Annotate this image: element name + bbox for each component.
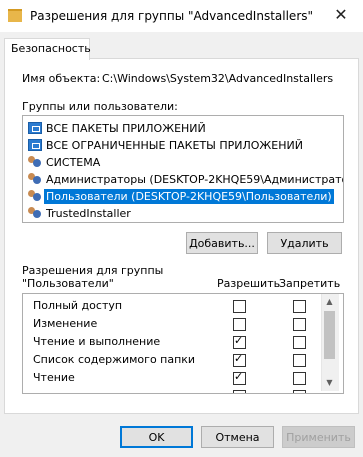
list-item-selected[interactable]: Пользователи (DESKTOP-2KHQE59\Пользовате…: [27, 188, 338, 205]
ok-button[interactable]: OK: [120, 426, 193, 448]
tab-label: Безопасность: [11, 42, 91, 55]
table-row: Список содержимого папки: [23, 351, 323, 369]
table-row: Чтение и выполнение: [23, 333, 323, 351]
allow-checkbox[interactable]: [233, 318, 246, 331]
deny-checkbox[interactable]: [293, 318, 306, 331]
scroll-thumb[interactable]: [324, 311, 335, 359]
list-item[interactable]: ВСЕ ОГРАНИЧЕННЫЕ ПАКЕТЫ ПРИЛОЖЕНИЙ: [27, 137, 338, 154]
folder-icon: [8, 9, 22, 22]
object-name-value: C:\Windows\System32\AdvancedInstallers: [102, 72, 334, 85]
tab-security[interactable]: Безопасность: [4, 38, 91, 60]
allow-checkbox[interactable]: [233, 390, 246, 393]
permissions-table: Полный доступ Изменение Чтение и выполне…: [22, 293, 344, 394]
add-button[interactable]: Добавить...: [186, 232, 258, 254]
deny-checkbox[interactable]: [293, 372, 306, 385]
scroll-up-icon[interactable]: ▲: [321, 294, 338, 310]
package-icon: [28, 122, 42, 134]
deny-checkbox[interactable]: [293, 336, 306, 349]
table-row: Полный доступ: [23, 297, 323, 315]
cancel-button[interactable]: Отмена: [201, 426, 274, 448]
allow-checkbox[interactable]: [233, 370, 246, 385]
allow-checkbox[interactable]: [233, 352, 246, 367]
allow-column-header: Разрешить: [217, 277, 281, 290]
groups-list[interactable]: ВСЕ ПАКЕТЫ ПРИЛОЖЕНИЙ ВСЕ ОГРАНИЧЕННЫЕ П…: [22, 115, 344, 223]
apply-button[interactable]: Применить: [282, 426, 355, 448]
users-icon: [28, 190, 42, 202]
table-row: Чтение: [23, 369, 323, 387]
object-name-label: Имя объекта:: [22, 72, 101, 85]
list-item[interactable]: ВСЕ ПАКЕТЫ ПРИЛОЖЕНИЙ: [27, 120, 338, 137]
users-icon: [28, 156, 42, 168]
deny-checkbox[interactable]: [293, 390, 306, 393]
groups-label: Группы или пользователи:: [22, 100, 178, 113]
list-item[interactable]: TrustedInstaller: [27, 205, 338, 222]
scroll-down-icon[interactable]: ▼: [321, 376, 338, 390]
users-icon: [28, 173, 42, 185]
close-icon[interactable]: ✕: [319, 0, 363, 32]
package-icon: [28, 139, 42, 151]
permissions-label: Разрешения для группы: [22, 264, 164, 277]
deny-checkbox[interactable]: [293, 300, 306, 313]
table-row: [23, 387, 323, 393]
list-item[interactable]: Администраторы (DESKTOP-2KHQE59\Админист…: [27, 171, 343, 188]
users-icon: [28, 207, 42, 219]
deny-column-header: Запретить: [279, 277, 341, 290]
list-item[interactable]: СИСТЕМА: [27, 154, 338, 171]
remove-button[interactable]: Удалить: [267, 232, 342, 254]
allow-checkbox[interactable]: [233, 334, 246, 349]
permissions-group-name: "Пользователи": [22, 277, 114, 290]
window-title: Разрешения для группы "AdvancedInstaller…: [30, 9, 314, 23]
deny-checkbox[interactable]: [293, 354, 306, 367]
title-bar: Разрешения для группы "AdvancedInstaller…: [0, 0, 363, 32]
table-row: Изменение: [23, 315, 323, 333]
allow-checkbox[interactable]: [233, 300, 246, 313]
